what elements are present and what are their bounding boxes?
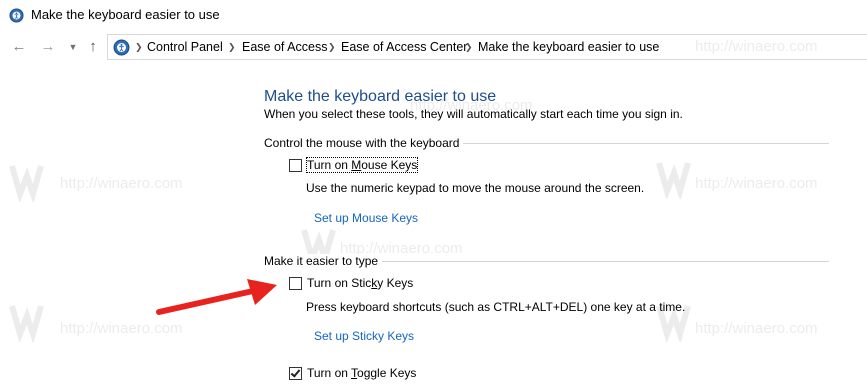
breadcrumb-current-page[interactable]: Make the keyboard easier to use <box>478 35 659 59</box>
chevron-down-icon[interactable]: ▼ <box>64 38 82 56</box>
breadcrumb-separator-icon[interactable]: ❯ <box>135 35 143 59</box>
sticky-keys-checkbox-row[interactable]: Turn on Sticky Keys <box>289 275 413 291</box>
watermark-text: http://winaero.com <box>695 320 818 337</box>
watermark-logo-icon <box>9 165 44 202</box>
sticky-keys-label[interactable]: Turn on Sticky Keys <box>307 276 413 290</box>
sticky-keys-description: Press keyboard shortcuts (such as CTRL+A… <box>306 300 686 314</box>
ease-of-access-icon <box>113 39 130 56</box>
page-title: Make the keyboard easier to use <box>264 88 497 105</box>
mouse-keys-checkbox-row[interactable]: Turn on Mouse Keys <box>289 157 419 173</box>
address-bar[interactable]: ❯ Control Panel ❯ Ease of Access ❯ Ease … <box>107 34 867 60</box>
back-arrow-icon[interactable]: ← <box>10 38 28 56</box>
setup-sticky-keys-link[interactable]: Set up Sticky Keys <box>314 329 414 343</box>
mouse-keys-label[interactable]: Turn on Mouse Keys <box>305 157 419 173</box>
sticky-keys-checkbox[interactable] <box>289 276 302 290</box>
breadcrumb-separator-icon[interactable]: ❯ <box>228 35 236 59</box>
toggle-keys-checkbox[interactable] <box>289 366 302 380</box>
breadcrumb-ease-of-access[interactable]: Ease of Access <box>242 35 327 59</box>
toggle-keys-checkbox-row[interactable]: Turn on Toggle Keys <box>289 365 416 381</box>
mouse-keys-description: Use the numeric keypad to move the mouse… <box>306 181 645 195</box>
section-title-mouse: Control the mouse with the keyboard <box>264 136 464 150</box>
forward-arrow-icon[interactable]: → <box>39 38 57 56</box>
navigation-bar: ← → ▼ ↑ ❯ Control Panel ❯ Ease of Access… <box>0 30 867 64</box>
watermark-logo-icon <box>656 162 691 199</box>
breadcrumb-control-panel[interactable]: Control Panel <box>147 35 223 59</box>
toggle-keys-label[interactable]: Turn on Toggle Keys <box>307 366 416 380</box>
watermark-logo-icon <box>9 305 44 342</box>
breadcrumb-separator-icon[interactable]: ❯ <box>465 35 473 59</box>
up-arrow-icon[interactable]: ↑ <box>84 38 102 56</box>
red-annotation-arrow-icon <box>156 279 277 315</box>
watermark-text: http://winaero.com <box>695 175 818 192</box>
mouse-keys-checkbox[interactable] <box>289 158 302 172</box>
breadcrumb-separator-icon[interactable]: ❯ <box>328 35 336 59</box>
section-title-typing: Make it easier to type <box>264 254 383 268</box>
breadcrumb-ease-of-access-center[interactable]: Ease of Access Center <box>341 35 467 59</box>
title-bar: Make the keyboard easier to use <box>0 0 867 30</box>
watermark-text: http://winaero.com <box>60 320 183 337</box>
ease-of-access-icon <box>9 8 24 23</box>
watermark-text: http://winaero.com <box>60 175 183 192</box>
page-subtitle: When you select these tools, they will a… <box>264 107 683 121</box>
window-title: Make the keyboard easier to use <box>31 7 220 22</box>
setup-mouse-keys-link[interactable]: Set up Mouse Keys <box>314 211 418 225</box>
